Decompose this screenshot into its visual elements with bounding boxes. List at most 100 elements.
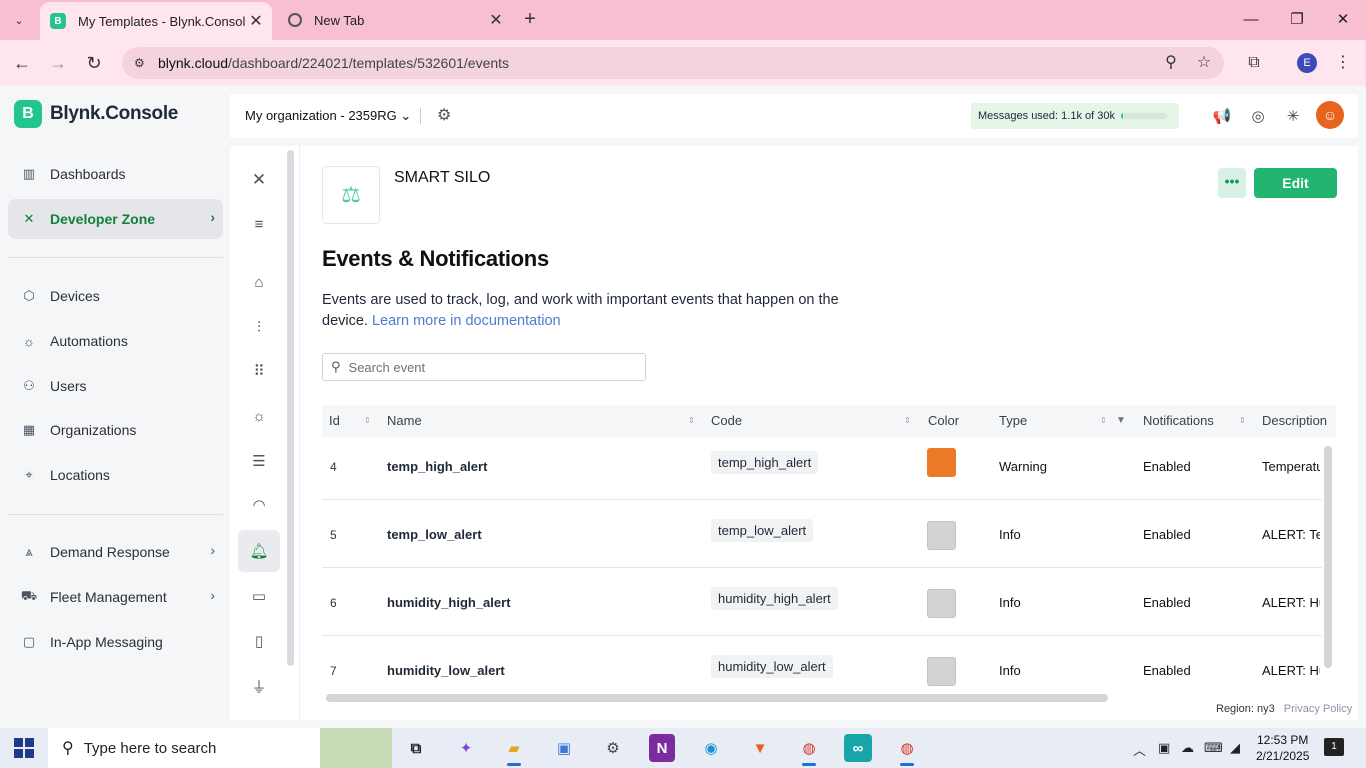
sidebar-item-developer-zone[interactable]: ✕ Developer Zone ›: [8, 199, 223, 239]
table-row[interactable]: 6 humidity_high_alert humidity_high_aler…: [322, 568, 1322, 636]
sidebar-item-users[interactable]: ⚇ Users: [8, 366, 223, 406]
table-row[interactable]: 5 temp_low_alert temp_low_alert Info Ena…: [322, 500, 1322, 568]
sort-icon[interactable]: ⇕: [688, 405, 695, 437]
messages-used-progress-fill: [1120, 113, 1123, 119]
new-tab-button[interactable]: +: [518, 8, 542, 32]
zoom-icon[interactable]: ⚲: [1160, 52, 1182, 74]
home-icon[interactable]: ⌂: [238, 261, 280, 303]
messages-used-badge[interactable]: Messages used: 1.1k of 30k: [971, 103, 1179, 129]
sidebar-item-fleet-management[interactable]: ⛟ Fleet Management ›: [8, 577, 223, 617]
taskbar-clock[interactable]: 12:53 PM 2/21/2025: [1256, 732, 1309, 764]
datastreams-icon[interactable]: ⫶: [238, 306, 280, 348]
site-info-icon[interactable]: ⚙: [134, 56, 152, 70]
file-explorer-icon[interactable]: ▰: [498, 734, 530, 766]
search-event-field[interactable]: ⚲: [322, 353, 646, 381]
close-tab-icon[interactable]: ✕: [486, 10, 506, 30]
table-horizontal-scrollbar[interactable]: [326, 694, 1108, 702]
announcements-megaphone-icon[interactable]: 📢: [1211, 106, 1233, 128]
sidebar-item-automations[interactable]: ☼ Automations: [8, 321, 223, 361]
forward-button[interactable]: →: [43, 48, 73, 78]
column-header-name[interactable]: Name: [387, 405, 422, 437]
event-name[interactable]: humidity_high_alert: [387, 595, 511, 610]
sort-icon[interactable]: ⇕: [364, 405, 371, 437]
bookmark-star-icon[interactable]: ☆: [1193, 52, 1215, 74]
sidebar-item-dashboards[interactable]: ▥ Dashboards: [8, 154, 223, 194]
event-name[interactable]: temp_low_alert: [387, 527, 482, 542]
extensions-icon[interactable]: ⧉: [1243, 52, 1265, 74]
edit-button[interactable]: Edit: [1254, 168, 1337, 198]
grid-icon[interactable]: ⠿: [238, 350, 280, 392]
sidebar-item-organizations[interactable]: ▦ Organizations: [8, 410, 223, 450]
edge-icon[interactable]: ◉: [695, 734, 727, 762]
event-name[interactable]: humidity_low_alert: [387, 663, 505, 678]
profile-avatar[interactable]: E: [1297, 53, 1317, 73]
input-indicator-icon[interactable]: ⌨: [1204, 740, 1223, 756]
privacy-policy-link[interactable]: Privacy Policy: [1284, 703, 1352, 715]
automation-sun-icon[interactable]: ☼: [238, 395, 280, 437]
more-options-button[interactable]: •••: [1218, 168, 1246, 198]
brave-icon[interactable]: ▼: [744, 734, 776, 762]
hamburger-menu-icon[interactable]: ≡: [238, 203, 280, 245]
column-header-id[interactable]: Id: [329, 405, 340, 437]
table-row[interactable]: 4 temp_high_alert temp_high_alert Warnin…: [322, 437, 1322, 500]
column-header-type[interactable]: Type: [999, 405, 1027, 437]
tray-overflow-icon[interactable]: ︿: [1133, 740, 1146, 759]
sort-icon[interactable]: ⇕: [1239, 405, 1246, 437]
sidebar-item-in-app-messaging[interactable]: ▢ In-App Messaging: [8, 622, 223, 662]
browser-menu-icon[interactable]: ⋮: [1332, 52, 1354, 74]
column-header-code[interactable]: Code: [711, 405, 742, 437]
chrome-icon[interactable]: ◍: [793, 734, 825, 766]
onenote-icon[interactable]: N: [649, 734, 675, 762]
tab-new-tab[interactable]: New Tab ✕: [276, 0, 512, 40]
event-name[interactable]: temp_high_alert: [387, 459, 487, 474]
address-bar[interactable]: ⚙ blynk.cloud/dashboard/224021/templates…: [122, 47, 1224, 79]
column-header-description: Description: [1262, 413, 1328, 428]
reload-button[interactable]: ↻: [79, 48, 109, 78]
wifi-icon[interactable]: ◠: [238, 484, 280, 526]
mobile-icon[interactable]: ▯: [238, 620, 280, 662]
documentation-link[interactable]: Learn more in documentation: [372, 313, 561, 329]
brand[interactable]: B Blynk.Console: [14, 100, 178, 128]
copilot-icon[interactable]: ✦: [450, 734, 482, 762]
bell-icon[interactable]: 🔔︎: [238, 530, 280, 572]
minimize-window-button[interactable]: —: [1228, 0, 1274, 40]
close-icon[interactable]: ✕: [238, 159, 280, 201]
rail-scrollbar[interactable]: [287, 150, 294, 666]
arduino-icon[interactable]: ∞: [844, 734, 872, 762]
notification-center-icon[interactable]: 1: [1324, 738, 1344, 756]
restore-window-button[interactable]: ❐: [1274, 0, 1320, 40]
book-icon[interactable]: ▭: [238, 575, 280, 617]
user-avatar[interactable]: ☺: [1316, 101, 1344, 129]
organization-selector[interactable]: My organization - 2359RG ⌄: [245, 108, 411, 124]
taskbar-search[interactable]: ⚲ Type here to search: [48, 728, 392, 768]
table-row[interactable]: 7 humidity_low_alert humidity_low_alert …: [322, 636, 1322, 695]
column-header-notifications[interactable]: Notifications: [1143, 405, 1214, 437]
organization-settings-gear-icon[interactable]: ⚙: [437, 105, 451, 125]
microphone-icon[interactable]: ⏚: [238, 665, 280, 707]
list-icon[interactable]: ☰: [238, 440, 280, 482]
sidebar-item-locations[interactable]: ⌖ Locations: [8, 455, 223, 495]
close-tab-icon[interactable]: ✕: [246, 11, 266, 31]
settings-gear-icon[interactable]: ⚙: [597, 734, 629, 762]
network-icon[interactable]: ◢: [1230, 740, 1240, 756]
close-window-button[interactable]: ✕: [1320, 0, 1366, 40]
onedrive-cloud-icon[interactable]: ☁: [1181, 740, 1194, 756]
sort-icon[interactable]: ⇕: [904, 405, 911, 437]
sort-icon[interactable]: ⇕: [1100, 405, 1107, 437]
meet-now-icon[interactable]: ▣: [1158, 740, 1170, 756]
sidebar-item-demand-response[interactable]: ⩓ Demand Response ›: [8, 532, 223, 572]
windows-start-icon[interactable]: [14, 738, 34, 758]
search-highlight-illustration: [320, 728, 392, 768]
task-view-icon[interactable]: ⧉: [400, 734, 432, 762]
chrome-profile-icon[interactable]: ◍: [891, 734, 923, 766]
table-vertical-scrollbar[interactable]: [1324, 446, 1332, 668]
search-event-input[interactable]: [348, 359, 629, 375]
photos-icon[interactable]: ▣: [548, 734, 580, 762]
bug-report-icon[interactable]: ✳: [1282, 106, 1304, 128]
tab-search-button[interactable]: ⌄: [6, 8, 32, 32]
filter-icon[interactable]: ▼: [1116, 405, 1126, 437]
sidebar-item-devices[interactable]: ⬡ Devices: [8, 276, 223, 316]
help-lifebuoy-icon[interactable]: ◎: [1247, 106, 1269, 128]
tab-my-templates[interactable]: B My Templates - Blynk.Console ✕: [40, 2, 272, 40]
back-button[interactable]: ←: [7, 48, 37, 78]
